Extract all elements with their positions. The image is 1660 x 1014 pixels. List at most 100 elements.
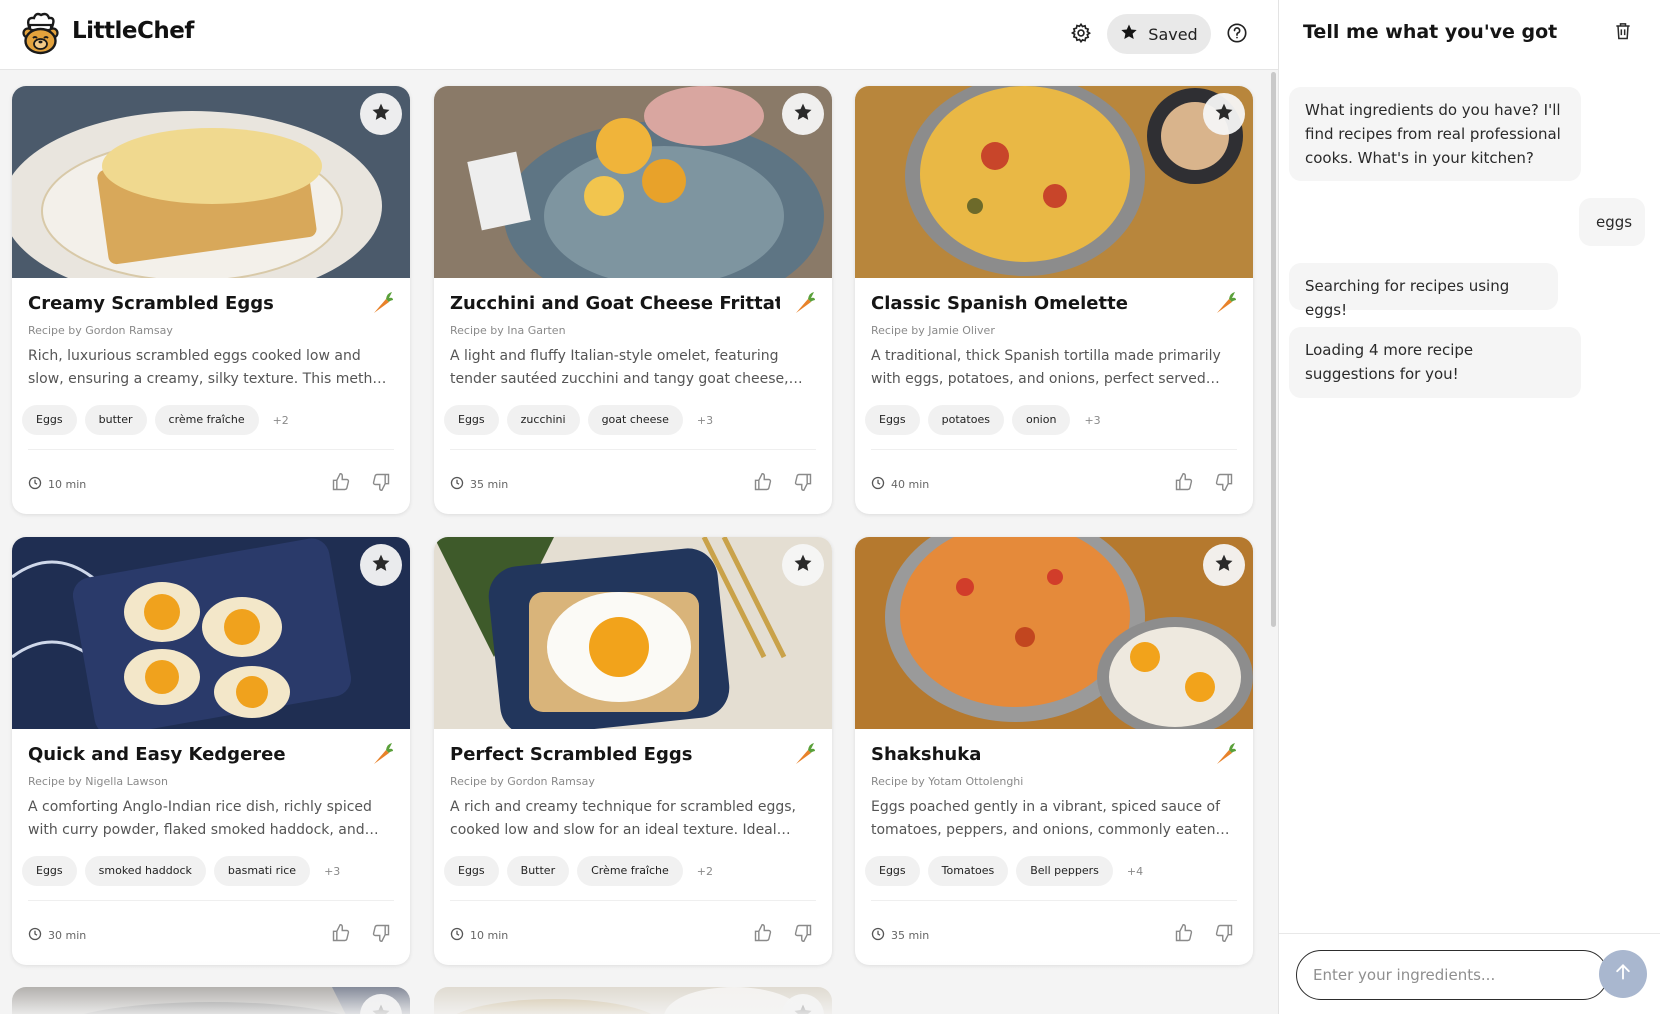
feed-scrollbar-thumb[interactable] [1271, 72, 1276, 627]
thumbs-up-icon[interactable] [752, 922, 774, 944]
ingredient-tag: goat cheese [587, 405, 683, 435]
settings-button[interactable] [1066, 20, 1096, 50]
ingredient-tag: Butter [506, 856, 570, 886]
recipe-photo [12, 537, 410, 729]
thumbs-down-icon[interactable] [792, 471, 814, 493]
card-divider [28, 900, 394, 901]
ingredient-tag: Eggs [22, 405, 77, 435]
assistant-message: What ingredients do you have? I'll find … [1289, 87, 1581, 181]
saved-button[interactable]: Saved [1107, 14, 1211, 54]
cook-time: 40 min [871, 476, 929, 493]
trash-icon [1613, 21, 1633, 45]
ingredient-tags: Eggs Butter Crème fraîche +2 [444, 856, 713, 886]
help-button[interactable] [1222, 20, 1252, 50]
recipe-card[interactable]: Zucchini and Goat Cheese Frittata Recipe… [434, 86, 832, 514]
thumbs-down-icon[interactable] [370, 471, 392, 493]
star-icon [793, 102, 813, 126]
thumbs-down-icon[interactable] [792, 922, 814, 944]
ingredient-tag: zucchini [506, 405, 580, 435]
recipe-description: A traditional, thick Spanish tortilla ma… [871, 348, 1221, 387]
thumbs-up-icon[interactable] [1173, 471, 1195, 493]
recipe-title[interactable]: Classic Spanish Omelette [871, 293, 1201, 314]
thumbs-up-icon[interactable] [330, 471, 352, 493]
clock-icon [450, 927, 464, 944]
recipe-card[interactable]: Quick and Easy Kedgeree Recipe by Nigell… [12, 537, 410, 965]
recipe-photo [855, 537, 1253, 729]
favorite-button[interactable] [360, 93, 402, 135]
favorite-button[interactable] [782, 544, 824, 586]
chat-title: Tell me what you've got [1303, 21, 1558, 43]
recipe-card[interactable]: Shakshuka Recipe by Yotam Ottolenghi Egg… [855, 537, 1253, 965]
recipe-photo [855, 86, 1253, 278]
send-button[interactable] [1599, 950, 1647, 998]
ingredient-tag: Eggs [444, 405, 499, 435]
recipe-description: A comforting Anglo-Indian rice dish, ric… [28, 799, 372, 838]
ingredient-tag: smoked haddock [84, 856, 206, 886]
recipe-description: Rich, luxurious scrambled eggs cooked lo… [28, 348, 390, 387]
favorite-button[interactable] [782, 93, 824, 135]
saved-label: Saved [1148, 24, 1198, 44]
recipe-author: Recipe by Gordon Ramsay [450, 775, 595, 788]
feed-bottom-fade [0, 960, 1268, 1014]
recipe-description: A rich and creamy technique for scramble… [450, 799, 796, 838]
clock-icon [871, 927, 885, 944]
thumbs-up-icon[interactable] [1173, 922, 1195, 944]
carrot-icon [794, 291, 816, 315]
recipe-feed[interactable]: Creamy Scrambled Eggs Recipe by Gordon R… [0, 70, 1268, 1014]
recipe-card[interactable]: Perfect Scrambled Eggs Recipe by Gordon … [434, 537, 832, 965]
favorite-button[interactable] [360, 544, 402, 586]
recipe-photo [434, 86, 832, 278]
ingredient-tag: Eggs [865, 405, 920, 435]
recipe-title[interactable]: Zucchini and Goat Cheese Frittata [450, 293, 780, 314]
ingredient-tags: Eggs smoked haddock basmati rice +3 [22, 856, 340, 886]
cook-time-label: 30 min [48, 929, 87, 942]
recipe-card[interactable]: Classic Spanish Omelette Recipe by Jamie… [855, 86, 1253, 514]
recipe-card[interactable]: Creamy Scrambled Eggs Recipe by Gordon R… [12, 86, 410, 514]
thumbs-down-icon[interactable] [1213, 922, 1235, 944]
thumbs-up-icon[interactable] [752, 471, 774, 493]
card-divider [871, 900, 1237, 901]
ingredient-tag: Eggs [22, 856, 77, 886]
card-divider [871, 449, 1237, 450]
thumbs-down-icon[interactable] [1213, 471, 1235, 493]
recipe-title[interactable]: Creamy Scrambled Eggs [28, 293, 358, 314]
star-icon [371, 102, 391, 126]
assistant-message: Searching for recipes using eggs! [1289, 263, 1558, 319]
star-icon [1214, 553, 1234, 577]
card-divider [450, 900, 816, 901]
favorite-button[interactable] [1203, 544, 1245, 586]
ingredient-tags: Eggs potatoes onion +3 [865, 405, 1101, 435]
user-message: eggs [1579, 198, 1645, 246]
ingredient-tag: basmati rice [213, 856, 311, 886]
recipe-title[interactable]: Perfect Scrambled Eggs [450, 744, 780, 765]
recipe-title[interactable]: Shakshuka [871, 744, 1201, 765]
card-divider [450, 449, 816, 450]
clear-chat-button[interactable] [1610, 20, 1636, 46]
ingredients-input[interactable] [1296, 950, 1608, 1000]
thumbs-up-icon[interactable] [330, 922, 352, 944]
cook-time-label: 40 min [891, 478, 930, 491]
ingredient-tag: Eggs [865, 856, 920, 886]
carrot-icon [1215, 291, 1237, 315]
carrot-icon [794, 742, 816, 766]
recipe-photo [434, 537, 832, 729]
arrow-up-icon [1613, 962, 1633, 986]
thumbs-down-icon[interactable] [370, 922, 392, 944]
chef-bear-logo[interactable] [20, 11, 60, 55]
recipe-description: Eggs poached gently in a vibrant, spiced… [871, 799, 1221, 838]
ingredient-tag: potatoes [927, 405, 1004, 435]
cook-time: 10 min [28, 476, 86, 493]
chat-panel: Tell me what you've got What ingredients… [1278, 0, 1660, 1014]
cook-time: 35 min [450, 476, 508, 493]
favorite-button[interactable] [1203, 93, 1245, 135]
star-icon [371, 553, 391, 577]
cook-time-label: 10 min [48, 478, 87, 491]
recipe-photo [12, 86, 410, 278]
cook-time: 35 min [871, 927, 929, 944]
carrot-icon [372, 742, 394, 766]
cook-time: 30 min [28, 927, 86, 944]
recipe-title[interactable]: Quick and Easy Kedgeree [28, 744, 358, 765]
card-divider [28, 449, 394, 450]
ingredient-tag: Eggs [444, 856, 499, 886]
app-header: LittleChef Saved [0, 0, 1278, 70]
